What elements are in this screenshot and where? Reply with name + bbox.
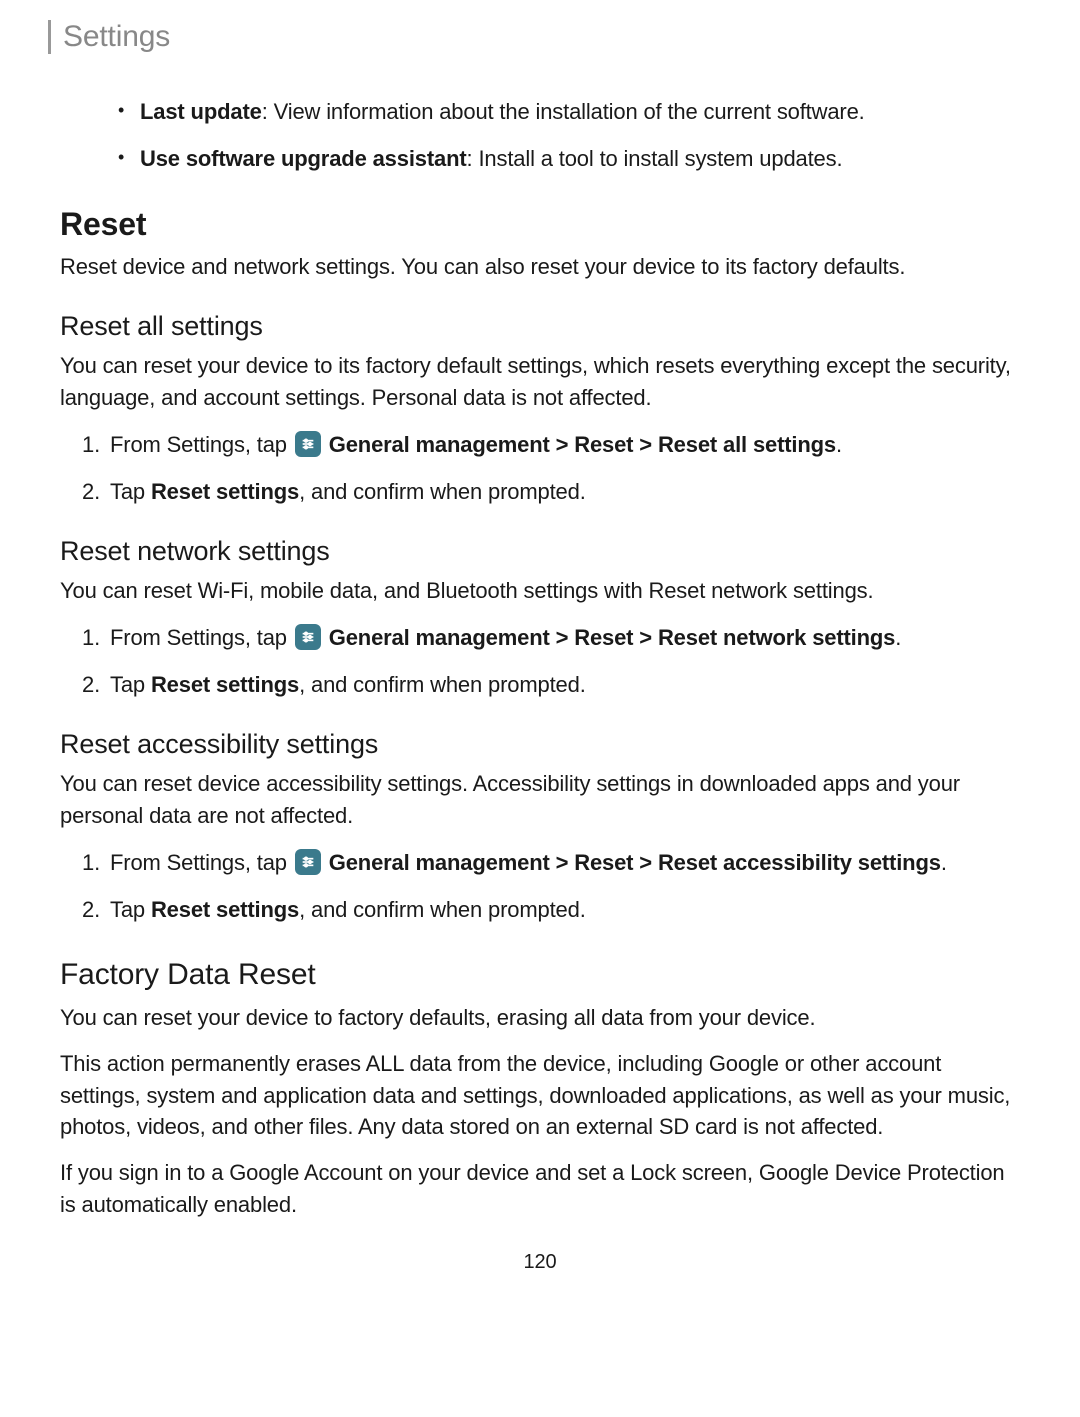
step-bold: Reset settings xyxy=(151,479,299,504)
factory-p3: If you sign in to a Google Account on yo… xyxy=(60,1157,1020,1221)
reset-network-title: Reset network settings xyxy=(60,536,1020,567)
reset-network-intro: You can reset Wi-Fi, mobile data, and Bl… xyxy=(60,575,1020,607)
factory-p2: This action permanently erases ALL data … xyxy=(60,1048,1020,1144)
step-prefix: From Settings, tap xyxy=(110,625,293,650)
settings-sliders-icon xyxy=(295,431,321,457)
step-prefix: From Settings, tap xyxy=(110,432,293,457)
bullet-text: : View information about the installatio… xyxy=(262,99,865,124)
factory-p1: You can reset your device to factory def… xyxy=(60,1002,1020,1034)
step-suffix: , and confirm when prompted. xyxy=(299,897,586,922)
step-prefix: Tap xyxy=(110,897,151,922)
bullet-text: : Install a tool to install system updat… xyxy=(467,146,843,171)
settings-sliders-icon xyxy=(295,849,321,875)
step-prefix: Tap xyxy=(110,672,151,697)
reset-all-intro: You can reset your device to its factory… xyxy=(60,350,1020,414)
reset-all-title: Reset all settings xyxy=(60,311,1020,342)
step-suffix: . xyxy=(836,432,842,457)
reset-accessibility-step-1: From Settings, tap General management > … xyxy=(110,846,1020,879)
factory-title: Factory Data Reset xyxy=(60,958,1020,992)
step-bold: Reset settings xyxy=(151,897,299,922)
step-bold: Reset settings xyxy=(151,672,299,697)
page-number: 120 xyxy=(60,1251,1020,1274)
reset-accessibility-intro: You can reset device accessibility setti… xyxy=(60,768,1020,832)
reset-title: Reset xyxy=(60,206,1020,243)
step-path: General management > Reset > Reset acces… xyxy=(323,850,941,875)
bullet-bold: Last update xyxy=(140,99,262,124)
bullet-bold: Use software upgrade assistant xyxy=(140,146,467,171)
step-suffix: , and confirm when prompted. xyxy=(299,479,586,504)
reset-accessibility-step-2: Tap Reset settings, and confirm when pro… xyxy=(110,893,1020,926)
step-path: General management > Reset > Reset all s… xyxy=(323,432,836,457)
step-path: General management > Reset > Reset netwo… xyxy=(323,625,895,650)
reset-network-step-1: From Settings, tap General management > … xyxy=(110,621,1020,654)
header-tab: Settings xyxy=(48,20,1080,54)
reset-accessibility-steps: From Settings, tap General management > … xyxy=(60,846,1020,926)
step-prefix: Tap xyxy=(110,479,151,504)
reset-accessibility-title: Reset accessibility settings xyxy=(60,729,1020,760)
reset-intro: Reset device and network settings. You c… xyxy=(60,251,1020,283)
bullet-last-update: Last update: View information about the … xyxy=(140,94,1020,129)
settings-sliders-icon xyxy=(295,624,321,650)
header-tab-label: Settings xyxy=(63,20,170,53)
step-suffix: . xyxy=(941,850,947,875)
page-content: Last update: View information about the … xyxy=(0,94,1080,1274)
reset-all-step-1: From Settings, tap General management > … xyxy=(110,428,1020,461)
reset-all-step-2: Tap Reset settings, and confirm when pro… xyxy=(110,475,1020,508)
bullet-upgrade-assistant: Use software upgrade assistant: Install … xyxy=(140,141,1020,176)
step-prefix: From Settings, tap xyxy=(110,850,293,875)
reset-network-step-2: Tap Reset settings, and confirm when pro… xyxy=(110,668,1020,701)
reset-all-steps: From Settings, tap General management > … xyxy=(60,428,1020,508)
step-suffix: . xyxy=(895,625,901,650)
reset-network-steps: From Settings, tap General management > … xyxy=(60,621,1020,701)
top-bullet-list: Last update: View information about the … xyxy=(60,94,1020,176)
step-suffix: , and confirm when prompted. xyxy=(299,672,586,697)
